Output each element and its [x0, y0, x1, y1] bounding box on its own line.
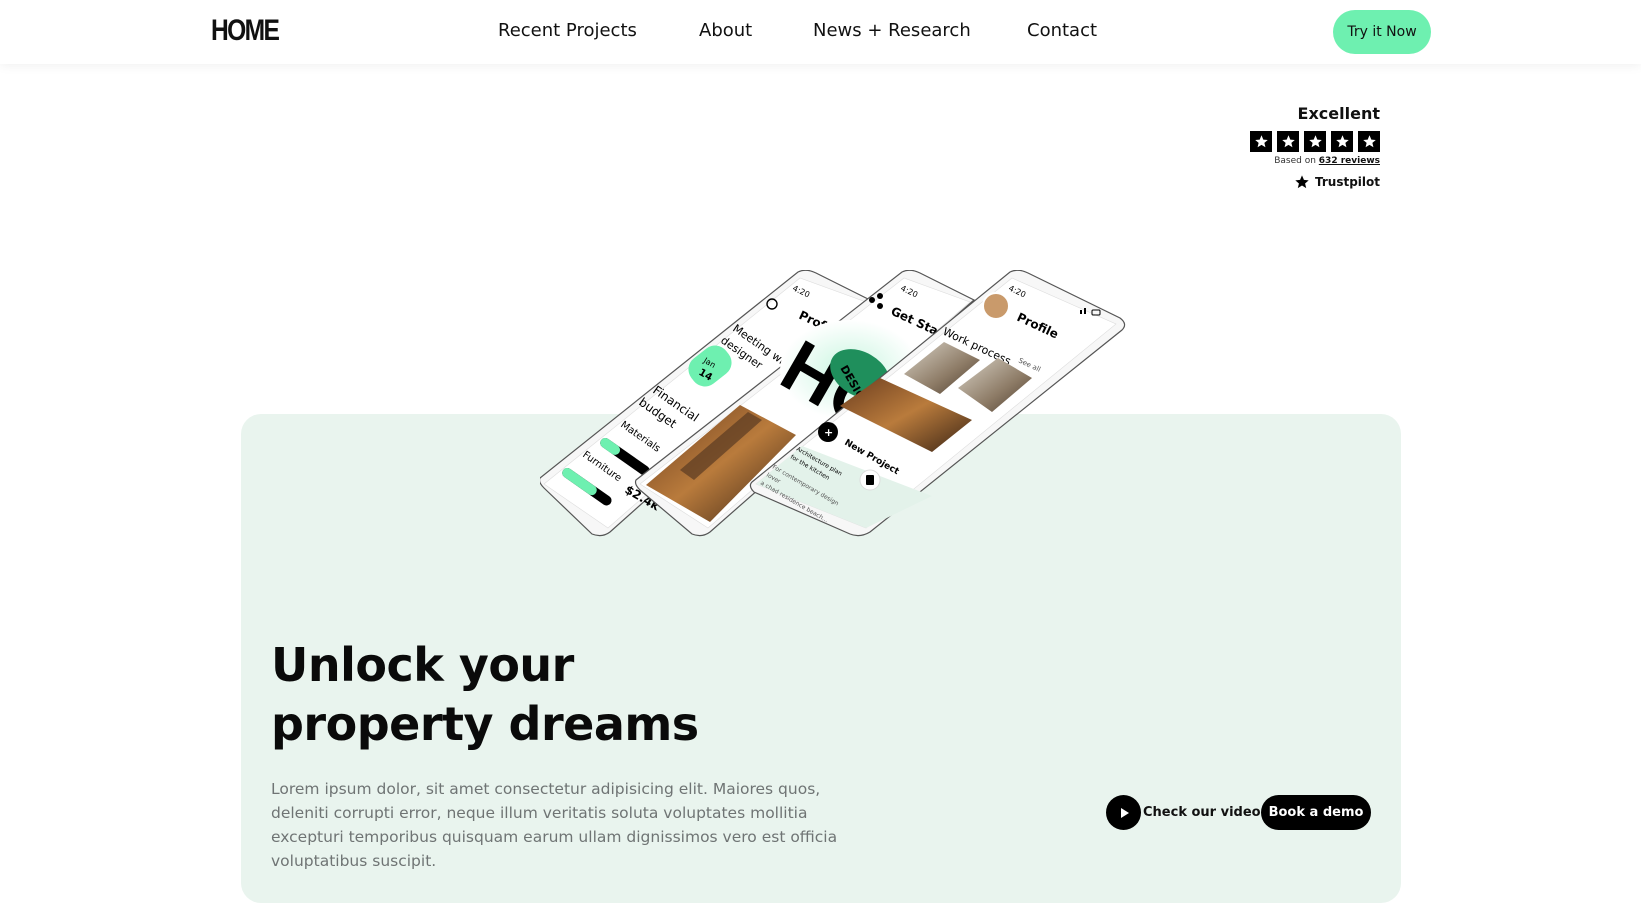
- hero-title-line1: Unlock your: [271, 638, 574, 692]
- check-video-button[interactable]: Check our video: [1106, 795, 1261, 830]
- play-icon[interactable]: [1106, 795, 1141, 830]
- book-demo-button[interactable]: Book a demo: [1261, 795, 1371, 830]
- star-icon: [1250, 131, 1272, 152]
- avatar: [982, 292, 1010, 320]
- star-icon: [1304, 131, 1326, 152]
- video-label[interactable]: Check our video: [1143, 805, 1261, 820]
- reviews-link[interactable]: 632 reviews: [1319, 156, 1380, 166]
- rating-label: Excellent: [1297, 104, 1380, 123]
- nav-item-contact[interactable]: Contact: [1027, 20, 1097, 41]
- hero-description: Lorem ipsum dolor, sit amet consectetur …: [271, 780, 838, 870]
- trustpilot-widget: Excellent Based on 632 reviews Trustpilo…: [1220, 104, 1380, 190]
- nav-item-news-research[interactable]: News + Research: [813, 20, 971, 41]
- nav-item-about[interactable]: About: [699, 20, 752, 41]
- site-header: HOME Recent Projects About News + Resear…: [0, 0, 1641, 64]
- phones-illustration: 4:20 Prof Meeting wi designer Jan 14 Fin…: [540, 270, 1126, 537]
- hero-title: Unlock your property dreams: [271, 636, 699, 754]
- star-icon: [1358, 131, 1380, 152]
- try-it-now-button[interactable]: Try it Now: [1333, 10, 1431, 54]
- star-icon: [1277, 131, 1299, 152]
- rating-stars: [1220, 131, 1380, 152]
- star-icon: [1331, 131, 1353, 152]
- nav-item-recent-projects[interactable]: Recent Projects: [498, 20, 637, 41]
- trustpilot-brand[interactable]: Trustpilot: [1220, 174, 1380, 190]
- trustpilot-label: Trustpilot: [1314, 175, 1380, 189]
- trustpilot-star-icon: [1295, 175, 1309, 189]
- svg-text:+: +: [824, 426, 833, 439]
- hero-title-line2: property dreams: [271, 697, 699, 751]
- based-on-label: Based on: [1274, 156, 1316, 166]
- reviews-count: Based on 632 reviews: [1220, 156, 1380, 166]
